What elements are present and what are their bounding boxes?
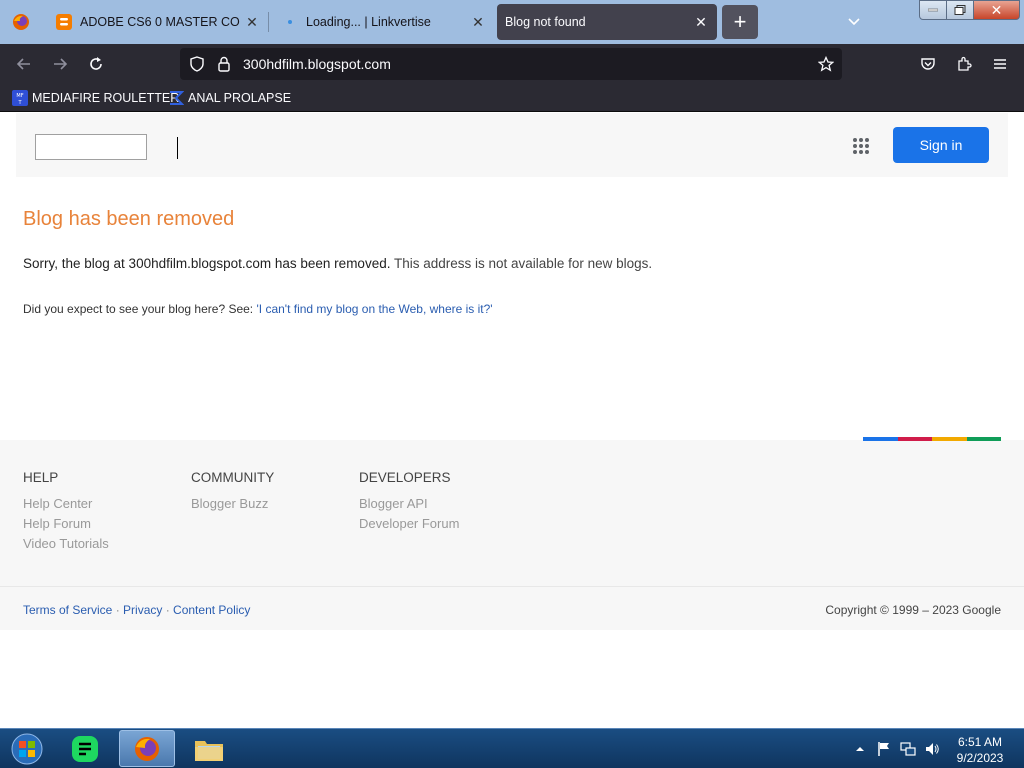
back-arrow-icon[interactable] — [10, 50, 38, 78]
footer-legal-links: Terms of Service · Privacy · Content Pol… — [23, 603, 250, 617]
footer-column-community: COMMUNITY Blogger Buzz — [191, 470, 274, 516]
action-center-flag-icon[interactable] — [874, 739, 894, 759]
color-bar-yellow — [932, 437, 967, 441]
privacy-link[interactable]: Privacy — [123, 603, 162, 617]
bookmark-anal-prolapse[interactable]: ANAL PROLAPSE — [168, 88, 291, 108]
tab-adobe-cs6[interactable]: ADOBE CS6 0 MASTER COLLECTION ✕ — [44, 4, 268, 40]
tab-title: Loading... | Linkvertise — [306, 15, 431, 29]
apps-grid-icon[interactable] — [852, 137, 870, 155]
hamburger-menu-icon[interactable] — [986, 50, 1014, 78]
footer-heading: COMMUNITY — [191, 470, 275, 485]
footer-heading: HELP — [23, 470, 59, 485]
close-window-button[interactable]: ✕ — [973, 0, 1020, 20]
sigma-icon — [168, 90, 185, 106]
blogger-icon — [56, 14, 72, 30]
chevron-down-icon[interactable] — [840, 8, 868, 36]
header-input-box[interactable] — [35, 134, 147, 160]
taskbar-notes-app[interactable] — [57, 730, 113, 767]
clock-time: 6:51 AM — [957, 735, 1003, 749]
shield-icon[interactable] — [189, 56, 205, 77]
footer-link-developer-forum[interactable]: Developer Forum — [359, 516, 459, 531]
loading-icon — [282, 14, 298, 30]
taskbar-firefox[interactable] — [119, 730, 175, 767]
mft-icon: MF T — [12, 90, 28, 106]
tab-linkvertise[interactable]: Loading... | Linkvertise ✕ — [270, 4, 494, 40]
page-content: Sign in Blog has been removed Sorry, the… — [0, 113, 1024, 728]
tab-close-icon[interactable]: ✕ — [466, 10, 490, 34]
maximize-button[interactable] — [946, 0, 974, 20]
color-bar-blue — [863, 437, 898, 441]
footer-divider — [0, 586, 1024, 587]
bookmark-star-icon[interactable] — [817, 55, 835, 77]
help-prefix: Did you expect to see your blog here? Se… — [23, 302, 257, 316]
sign-in-button[interactable]: Sign in — [893, 127, 989, 163]
separator: · — [112, 603, 124, 617]
blogger-header: Sign in — [16, 113, 1008, 177]
firefox-icon[interactable] — [0, 0, 42, 44]
tab-title: ADOBE CS6 0 MASTER COLLECTION — [80, 15, 240, 29]
lock-icon[interactable] — [217, 56, 231, 77]
footer-link-blogger-api[interactable]: Blogger API — [359, 496, 459, 511]
address-bar[interactable]: 300hdfilm.blogspot.com — [180, 48, 842, 80]
taskbar-file-explorer[interactable] — [181, 730, 237, 767]
tab-close-icon[interactable]: ✕ — [689, 10, 713, 34]
clock-date: 9/2/2023 — [956, 751, 1004, 765]
bookmark-mediafire-rouletter[interactable]: MF T MEDIAFIRE ROULETTER — [12, 88, 179, 108]
bookmarks-toolbar: MF T MEDIAFIRE ROULETTER ANAL PROLAPSE — [0, 84, 1024, 112]
tab-separator — [268, 12, 269, 32]
help-link[interactable]: 'I can't find my blog on the Web, where … — [256, 302, 492, 316]
extensions-icon[interactable] — [950, 50, 978, 78]
system-tray — [848, 729, 944, 768]
url-text: 300hdfilm.blogspot.com — [243, 56, 391, 72]
help-line: Did you expect to see your blog here? Se… — [23, 302, 493, 316]
terms-link[interactable]: Terms of Service — [23, 603, 112, 617]
page-title: Blog has been removed — [23, 208, 235, 230]
bookmark-label: ANAL PROLAPSE — [188, 91, 292, 105]
minimize-button[interactable] — [919, 0, 947, 20]
separator: · — [162, 603, 174, 617]
pocket-icon[interactable] — [914, 50, 942, 78]
taskbar: 6:51 AM 9/2/2023 — [0, 728, 1024, 768]
footer-heading: DEVELOPERS — [359, 470, 451, 485]
show-hidden-icons-icon[interactable] — [850, 739, 870, 759]
taskbar-clock[interactable]: 6:51 AM 9/2/2023 — [940, 734, 1020, 766]
tab-close-icon[interactable]: ✕ — [240, 10, 264, 34]
browser-tab-bar: ADOBE CS6 0 MASTER COLLECTION ✕ Loading.… — [0, 0, 1024, 44]
reload-icon[interactable] — [82, 50, 110, 78]
forward-arrow-icon[interactable] — [46, 50, 74, 78]
copyright: Copyright © 1999 – 2023 Google — [825, 603, 1001, 617]
error-message-primary: Sorry, the blog at 300hdfilm.blogspot.co… — [23, 256, 391, 271]
footer — [0, 440, 1024, 630]
error-message-secondary: This address is not available for new bl… — [393, 256, 653, 271]
volume-icon[interactable] — [922, 739, 942, 759]
new-tab-button[interactable]: + — [722, 5, 758, 39]
footer-link-help-center[interactable]: Help Center — [23, 496, 109, 511]
network-icon[interactable] — [898, 739, 918, 759]
tab-blog-not-found[interactable]: Blog not found ✕ — [497, 4, 717, 40]
svg-text:MF: MF — [16, 93, 23, 99]
color-bar-green — [966, 437, 1001, 441]
start-button[interactable] — [4, 730, 50, 768]
footer-column-help: HELP Help Center Help Forum Video Tutori… — [23, 470, 109, 556]
footer-link-help-forum[interactable]: Help Forum — [23, 516, 109, 531]
color-bar — [863, 437, 1001, 441]
text-caret — [177, 137, 178, 159]
content-policy-link[interactable]: Content Policy — [173, 603, 250, 617]
footer-link-blogger-buzz[interactable]: Blogger Buzz — [191, 496, 274, 511]
error-message: Sorry, the blog at 300hdfilm.blogspot.co… — [23, 256, 652, 271]
tab-title: Blog not found — [505, 15, 586, 29]
footer-link-video-tutorials[interactable]: Video Tutorials — [23, 536, 109, 551]
color-bar-red — [897, 437, 932, 441]
navigation-toolbar: 300hdfilm.blogspot.com — [0, 44, 1024, 84]
footer-column-developers: DEVELOPERS Blogger API Developer Forum — [359, 470, 459, 536]
bookmark-label: MEDIAFIRE ROULETTER — [32, 91, 180, 105]
